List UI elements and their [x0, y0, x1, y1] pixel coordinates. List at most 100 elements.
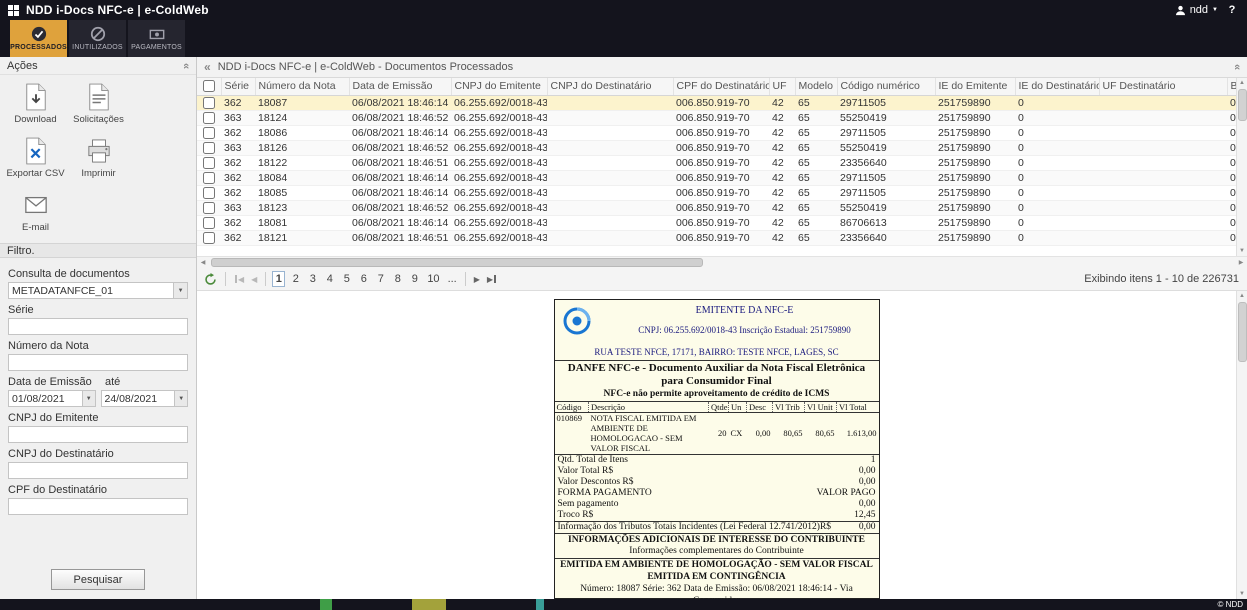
- row-checkbox[interactable]: [203, 112, 215, 124]
- first-page-button[interactable]: ◀: [232, 275, 246, 284]
- page-button[interactable]: 10: [425, 271, 441, 287]
- calendar-dropdown-button[interactable]: ▼: [174, 390, 188, 407]
- column-header[interactable]: IE do Emitente: [935, 78, 1015, 95]
- pesquisar-button[interactable]: Pesquisar: [51, 569, 146, 590]
- homologacao-line: EMITIDA EM AMBIENTE DE HOMOLOGAÇÃO - SEM…: [555, 558, 879, 571]
- data-fim-input[interactable]: [101, 390, 175, 407]
- consulta-select[interactable]: ▼: [8, 282, 188, 299]
- table-cell: 42: [769, 140, 795, 155]
- table-cell: [1099, 125, 1227, 140]
- tab-inutilizados[interactable]: INUTILIZADOS: [69, 20, 126, 57]
- page-button[interactable]: 1: [272, 271, 285, 287]
- row-checkbox[interactable]: [203, 157, 215, 169]
- scroll-right-icon[interactable]: ▶: [1235, 259, 1247, 266]
- table-cell: [547, 170, 673, 185]
- data-inicio-field[interactable]: ▼: [8, 390, 96, 407]
- scroll-up-icon[interactable]: ▲: [1239, 291, 1245, 301]
- imprimir-button[interactable]: Imprimir: [67, 137, 130, 179]
- table-row[interactable]: 362 18085 06/08/2021 18:46:14 06.255.692…: [197, 185, 1236, 200]
- column-header[interactable]: Número da Nota: [255, 78, 349, 95]
- apps-grid-icon[interactable]: [8, 5, 19, 16]
- download-button[interactable]: Download: [4, 83, 67, 125]
- pagination-status: Exibindo itens 1 - 10 de 226731: [1084, 273, 1242, 285]
- row-checkbox[interactable]: [203, 97, 215, 109]
- table-row[interactable]: 363 18124 06/08/2021 18:46:52 06.255.692…: [197, 110, 1236, 125]
- row-checkbox[interactable]: [203, 172, 215, 184]
- table-row[interactable]: 362 18121 06/08/2021 18:46:51 06.255.692…: [197, 230, 1236, 245]
- scroll-down-icon[interactable]: ▼: [1239, 589, 1245, 599]
- table-horizontal-scrollbar[interactable]: ◀ ▶: [197, 256, 1247, 268]
- numero-nota-input[interactable]: [8, 354, 188, 371]
- collapse-up-icon[interactable]: «: [180, 62, 192, 68]
- exportar-csv-button[interactable]: Exportar CSV: [4, 137, 67, 179]
- preview-vertical-scrollbar[interactable]: ▲ ▼: [1236, 291, 1247, 599]
- page-button[interactable]: 9: [408, 271, 421, 287]
- page-button[interactable]: 8: [391, 271, 404, 287]
- row-checkbox[interactable]: [203, 202, 215, 214]
- scroll-down-icon[interactable]: ▼: [1239, 246, 1245, 256]
- column-header[interactable]: Código numérico: [837, 78, 935, 95]
- data-inicio-input[interactable]: [8, 390, 82, 407]
- scrollbar-thumb[interactable]: [1238, 302, 1247, 362]
- item-vlunit: 80,65: [805, 413, 837, 455]
- scroll-left-icon[interactable]: ◀: [197, 259, 209, 266]
- column-header[interactable]: Modelo: [795, 78, 837, 95]
- select-all-checkbox[interactable]: [203, 80, 215, 92]
- table-row[interactable]: 362 18087 06/08/2021 18:46:14 06.255.692…: [197, 95, 1236, 110]
- next-page-button[interactable]: ▶: [472, 275, 482, 284]
- column-header[interactable]: CNPJ do Emitente: [451, 78, 547, 95]
- page-button[interactable]: 4: [323, 271, 336, 287]
- solicitacoes-button[interactable]: Solicitações: [67, 83, 130, 125]
- row-checkbox[interactable]: [203, 187, 215, 199]
- column-header[interactable]: Ba: [1227, 78, 1236, 95]
- consulta-select-value[interactable]: [8, 282, 173, 299]
- row-checkbox[interactable]: [203, 142, 215, 154]
- help-button[interactable]: ?: [1225, 4, 1239, 16]
- table-vertical-scrollbar[interactable]: ▲ ▼: [1236, 78, 1247, 256]
- table-row[interactable]: 362 18081 06/08/2021 18:46:14 06.255.692…: [197, 215, 1236, 230]
- user-menu[interactable]: ndd ▼: [1175, 4, 1218, 16]
- page-button[interactable]: 6: [357, 271, 370, 287]
- main-panel: « NDD i-Docs NFC-e | e-ColdWeb - Documen…: [197, 57, 1247, 599]
- column-header[interactable]: CPF do Destinatário: [673, 78, 769, 95]
- cnpj-destinatario-input[interactable]: [8, 462, 188, 479]
- table-row[interactable]: 363 18123 06/08/2021 18:46:52 06.255.692…: [197, 200, 1236, 215]
- prev-page-button[interactable]: ◀: [249, 275, 259, 284]
- refresh-button[interactable]: [202, 273, 219, 286]
- collapse-sidebar-icon[interactable]: «: [204, 60, 211, 74]
- calendar-dropdown-button[interactable]: ▼: [82, 390, 96, 407]
- email-button[interactable]: E-mail: [4, 191, 67, 233]
- table-cell: 06.255.692/0018-43: [451, 155, 547, 170]
- column-header[interactable]: CNPJ do Destinatário: [547, 78, 673, 95]
- column-header[interactable]: Série: [221, 78, 255, 95]
- serie-input[interactable]: [8, 318, 188, 335]
- last-page-button[interactable]: ▶: [485, 275, 499, 284]
- page-button[interactable]: 5: [340, 271, 353, 287]
- collapse-panel-icon[interactable]: «: [1231, 64, 1243, 70]
- scrollbar-thumb[interactable]: [1238, 89, 1247, 121]
- cpf-destinatario-input[interactable]: [8, 498, 188, 515]
- page-button[interactable]: 3: [306, 271, 319, 287]
- row-checkbox[interactable]: [203, 127, 215, 139]
- data-fim-field[interactable]: ▼: [101, 390, 189, 407]
- page-button[interactable]: 7: [374, 271, 387, 287]
- table-row[interactable]: 362 18086 06/08/2021 18:46:14 06.255.692…: [197, 125, 1236, 140]
- column-header[interactable]: IE do Destinatário: [1015, 78, 1099, 95]
- dropdown-button[interactable]: ▼: [173, 282, 188, 299]
- page-button[interactable]: 2: [289, 271, 302, 287]
- row-checkbox[interactable]: [203, 217, 215, 229]
- action-label: Download: [14, 114, 56, 125]
- column-header[interactable]: UF: [769, 78, 795, 95]
- tab-processados[interactable]: PROCESSADOS: [10, 20, 67, 57]
- table-row[interactable]: 362 18122 06/08/2021 18:46:51 06.255.692…: [197, 155, 1236, 170]
- column-header[interactable]: Data de Emissão: [349, 78, 451, 95]
- table-row[interactable]: 362 18084 06/08/2021 18:46:14 06.255.692…: [197, 170, 1236, 185]
- table-cell: 362: [221, 185, 255, 200]
- table-row[interactable]: 363 18126 06/08/2021 18:46:52 06.255.692…: [197, 140, 1236, 155]
- row-checkbox[interactable]: [203, 232, 215, 244]
- tab-pagamentos[interactable]: PAGAMENTOS: [128, 20, 185, 57]
- scrollbar-thumb[interactable]: [211, 258, 703, 267]
- cnpj-emitente-input[interactable]: [8, 426, 188, 443]
- scroll-up-icon[interactable]: ▲: [1239, 78, 1245, 88]
- column-header[interactable]: UF Destinatário: [1099, 78, 1227, 95]
